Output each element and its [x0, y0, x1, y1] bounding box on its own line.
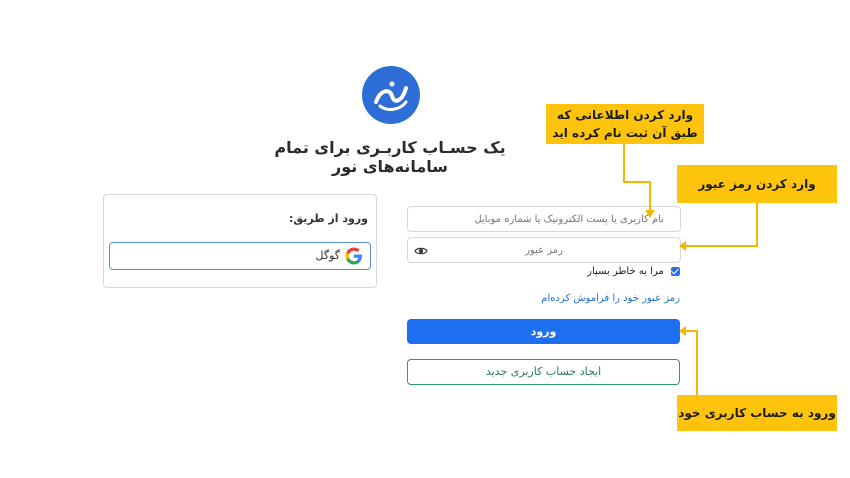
forgot-password-link[interactable]: رمز عبور خود را فراموش کرده‌ام — [520, 293, 680, 304]
social-login-card: ورود از طریق: گوگل — [103, 194, 377, 288]
password-input[interactable] — [408, 238, 680, 263]
callout-password: وارد کردن رمز عبور — [677, 165, 837, 203]
remember-me-label: مرا به خاطر بسپار — [587, 266, 664, 277]
callout-credentials-line1: وارد کردن اطلاعاتی که — [556, 108, 694, 122]
eye-icon[interactable] — [414, 243, 428, 257]
google-icon — [345, 247, 363, 265]
signup-button[interactable]: ایجاد حساب کاربری جدید — [407, 359, 680, 385]
google-login-button[interactable]: گوگل — [109, 242, 371, 270]
login-button[interactable]: ورود — [407, 319, 680, 344]
checkbox-checked-icon[interactable] — [671, 266, 680, 276]
social-login-title: ورود از طریق: — [288, 212, 368, 225]
username-field-box — [407, 206, 681, 232]
callout-credentials-line2: طبق آن ثبت نام کرده اید — [552, 126, 698, 140]
page-headline: یک حسـاب کاربـری برای تمام سامانه‌های نو… — [274, 138, 506, 176]
google-login-label: گوگل — [315, 249, 341, 262]
callout-login: ورود به حساب کاربری خود — [677, 395, 837, 431]
noor-logo — [362, 66, 420, 124]
username-input[interactable] — [408, 207, 680, 232]
callout-credentials: وارد کردن اطلاعاتی که طبق آن ثبت نام کرد… — [546, 104, 704, 144]
password-field-box — [407, 237, 681, 263]
remember-me[interactable]: مرا به خاطر بسپار — [560, 266, 680, 277]
